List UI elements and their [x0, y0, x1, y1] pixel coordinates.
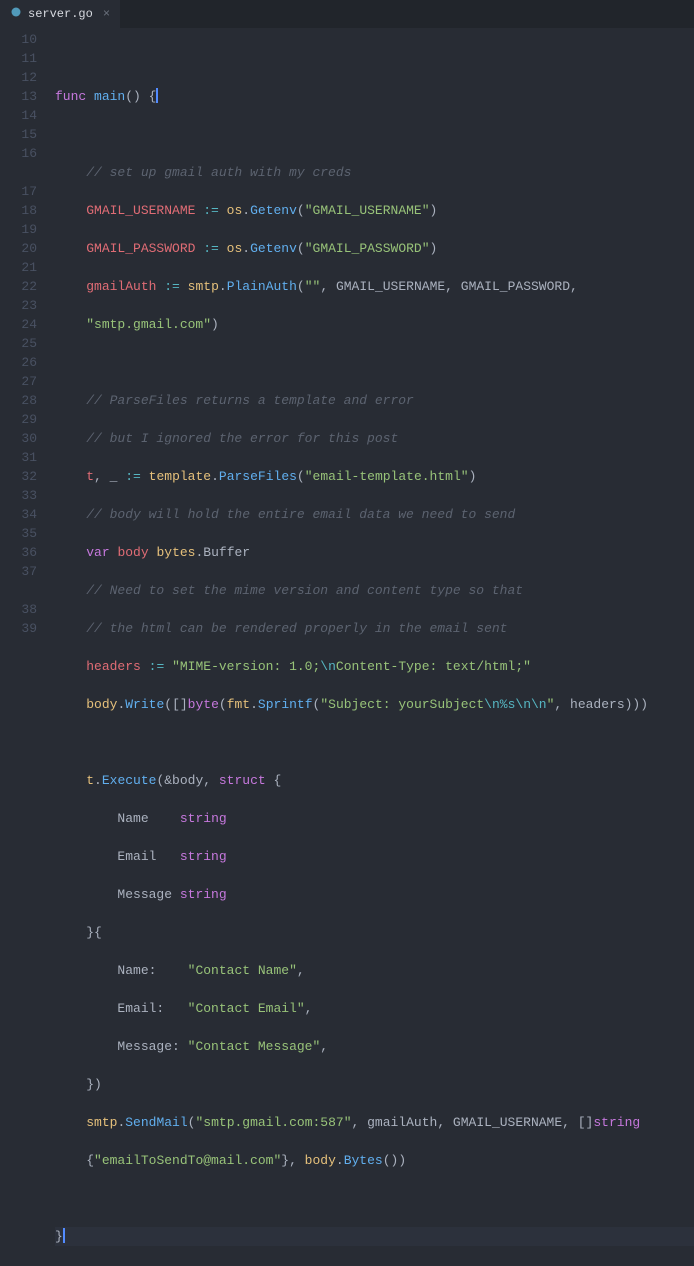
line-number [0, 163, 37, 182]
line-37: smtp.SendMail("smtp.gmail.com:587", gmai… [55, 1113, 694, 1132]
line-30: Email string [55, 847, 694, 866]
line-26: body.Write([]byte(fmt.Sprintf("Subject: … [55, 695, 694, 714]
line-32: }{ [55, 923, 694, 942]
line-23: // Need to set the mime version and cont… [55, 581, 694, 600]
line-27 [55, 733, 694, 752]
line-25: headers := "MIME-version: 1.0;\nContent-… [55, 657, 694, 676]
line-16: gmailAuth := smtp.PlainAuth("", GMAIL_US… [55, 277, 694, 296]
line-22: var body bytes.Buffer [55, 543, 694, 562]
line-14: GMAIL_USERNAME := os.Getenv("GMAIL_USERN… [55, 201, 694, 220]
line-21: // body will hold the entire email data … [55, 505, 694, 524]
line-29: Name string [55, 809, 694, 828]
line-number: 21 [0, 258, 37, 277]
code-area[interactable]: func main() { // set up gmail auth with … [55, 28, 694, 633]
line-number: 19 [0, 220, 37, 239]
line-16b: "smtp.gmail.com") [55, 315, 694, 334]
line-number: 32 [0, 467, 37, 486]
line-number: 14 [0, 106, 37, 125]
line-number: 33 [0, 486, 37, 505]
line-number: 17 [0, 182, 37, 201]
line-36: }) [55, 1075, 694, 1094]
line-number: 30 [0, 429, 37, 448]
line-17 [55, 353, 694, 372]
line-number: 22 [0, 277, 37, 296]
line-number: 20 [0, 239, 37, 258]
line-number: 24 [0, 315, 37, 334]
line-19: // but I ignored the error for this post [55, 429, 694, 448]
line-number: 35 [0, 524, 37, 543]
tab-bar: server.go × [0, 0, 694, 28]
line-number: 18 [0, 201, 37, 220]
line-10 [55, 49, 694, 68]
tab-server-go[interactable]: server.go × [0, 0, 120, 28]
line-number: 26 [0, 353, 37, 372]
line-33: Name: "Contact Name", [55, 961, 694, 980]
line-number: 11 [0, 49, 37, 68]
line-number: 31 [0, 448, 37, 467]
line-number: 38 [0, 600, 37, 619]
line-number [0, 581, 37, 600]
go-file-icon [10, 6, 22, 22]
line-number: 28 [0, 391, 37, 410]
line-34: Email: "Contact Email", [55, 999, 694, 1018]
line-13: // set up gmail auth with my creds [55, 163, 694, 182]
line-11: func main() { [55, 87, 694, 106]
line-38 [55, 1189, 694, 1208]
close-icon[interactable]: × [103, 7, 110, 21]
line-number: 25 [0, 334, 37, 353]
line-number: 39 [0, 619, 37, 638]
line-number: 13 [0, 87, 37, 106]
line-number: 15 [0, 125, 37, 144]
line-18: // ParseFiles returns a template and err… [55, 391, 694, 410]
line-35: Message: "Contact Message", [55, 1037, 694, 1056]
line-number: 36 [0, 543, 37, 562]
line-number: 12 [0, 68, 37, 87]
line-12 [55, 125, 694, 144]
line-number: 10 [0, 30, 37, 49]
gutter: 10111213141516 17181920212223242526272829… [0, 28, 55, 633]
line-number: 27 [0, 372, 37, 391]
line-39: } [55, 1227, 694, 1246]
line-24: // the html can be rendered properly in … [55, 619, 694, 638]
editor: 10111213141516 17181920212223242526272829… [0, 28, 694, 633]
tab-filename: server.go [28, 7, 93, 21]
line-number: 37 [0, 562, 37, 581]
line-number: 34 [0, 505, 37, 524]
line-15: GMAIL_PASSWORD := os.Getenv("GMAIL_PASSW… [55, 239, 694, 258]
line-number: 23 [0, 296, 37, 315]
line-31: Message string [55, 885, 694, 904]
line-20: t, _ := template.ParseFiles("email-templ… [55, 467, 694, 486]
line-28: t.Execute(&body, struct { [55, 771, 694, 790]
line-37b: {"emailToSendTo@mail.com"}, body.Bytes()… [55, 1151, 694, 1170]
line-number: 29 [0, 410, 37, 429]
line-number: 16 [0, 144, 37, 163]
